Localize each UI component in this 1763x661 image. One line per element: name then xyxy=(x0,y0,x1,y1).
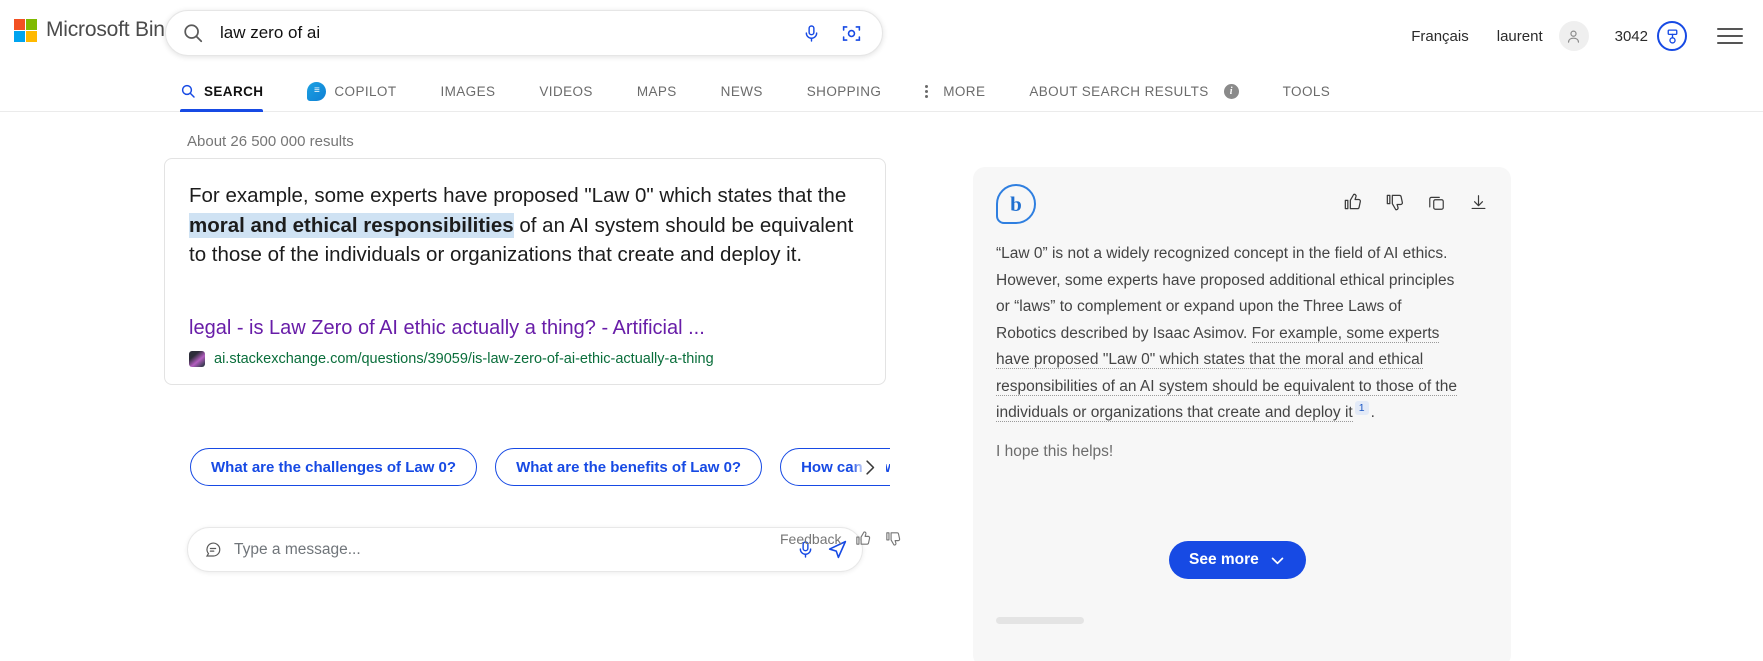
chat-input-bar[interactable] xyxy=(187,527,863,572)
favicon-icon xyxy=(189,351,205,367)
tab-label: TOOLS xyxy=(1282,83,1331,99)
copilot-icon: ≡ xyxy=(307,81,327,101)
search-bar[interactable] xyxy=(165,10,883,56)
answer-source-link[interactable]: legal - is Law Zero of AI ethic actually… xyxy=(189,317,705,340)
loading-placeholder-bar xyxy=(996,617,1084,624)
header-right-cluster: Français laurent 3042 xyxy=(1397,0,1751,72)
see-more-button[interactable]: See more xyxy=(1169,541,1306,579)
tab-search[interactable]: SEARCH xyxy=(180,70,264,112)
language-link[interactable]: Français xyxy=(1397,28,1483,45)
search-input[interactable] xyxy=(218,22,794,44)
chat-bubble-icon xyxy=(204,541,222,559)
see-more-label: See more xyxy=(1189,551,1259,568)
visual-search-icon[interactable] xyxy=(834,16,868,50)
answer-body: For example, some experts have proposed … xyxy=(165,159,885,270)
avatar[interactable] xyxy=(1558,21,1589,51)
rewards-points: 3042 xyxy=(1614,27,1648,45)
tab-news[interactable]: NEWS xyxy=(721,70,763,112)
page-header: Microsoft Bing Français laurent xyxy=(0,0,1763,72)
search-icon xyxy=(180,83,196,99)
feedback-thumbs-up-icon[interactable] xyxy=(854,530,871,547)
copilot-answer-end: . xyxy=(1370,404,1375,421)
chips-scroll-right-chevron-icon[interactable] xyxy=(852,450,886,484)
thumbs-up-icon[interactable] xyxy=(1341,191,1363,213)
bing-copilot-icon: b xyxy=(996,184,1036,224)
microsoft-logo-icon xyxy=(14,18,37,42)
chat-message-input[interactable] xyxy=(232,539,790,560)
tab-more[interactable]: MORE xyxy=(925,70,985,112)
suggested-questions: What are the challenges of Law 0? What a… xyxy=(190,448,890,486)
copy-icon[interactable] xyxy=(1425,191,1447,213)
tab-label: SHOPPING xyxy=(806,83,882,99)
tab-label: NEWS xyxy=(720,83,763,99)
answer-highlight: moral and ethical responsibilities xyxy=(189,212,514,238)
chevron-down-icon xyxy=(1269,552,1286,569)
rewards-cluster[interactable]: 3042 xyxy=(1615,21,1687,51)
menu-hamburger-icon[interactable] xyxy=(1717,22,1745,50)
feedback-thumbs-down-icon[interactable] xyxy=(884,530,901,547)
copilot-side-panel: b “Law 0” is not a widely recognized con… xyxy=(973,167,1511,661)
side-panel-header: b xyxy=(973,167,1511,231)
thumbs-down-icon[interactable] xyxy=(1383,191,1405,213)
tab-videos[interactable]: VIDEOS xyxy=(539,70,592,112)
answer-text-part1: For example, some experts have proposed … xyxy=(189,184,847,207)
tab-copilot[interactable]: ≡ COPILOT xyxy=(307,70,396,112)
tab-maps[interactable]: MAPS xyxy=(637,70,677,112)
answer-source-url[interactable]: ai.stackexchange.com/questions/39059/is-… xyxy=(214,351,714,367)
tab-label: SEARCH xyxy=(204,83,264,99)
tab-label: COPILOT xyxy=(334,83,397,99)
search-icon xyxy=(180,20,206,46)
copilot-answer-paragraph: “Law 0” is not a widely recognized conce… xyxy=(973,231,1511,427)
account-name-link[interactable]: laurent xyxy=(1483,28,1557,45)
citation-badge[interactable]: 1 xyxy=(1354,400,1369,415)
chip-benefits[interactable]: What are the benefits of Law 0? xyxy=(495,448,763,486)
answer-source-url-row[interactable]: ai.stackexchange.com/questions/39059/is-… xyxy=(189,351,714,367)
answer-paragraph: For example, some experts have proposed … xyxy=(189,181,861,270)
tab-about-search-results[interactable]: ABOUT SEARCH RESULTS i xyxy=(1029,70,1239,112)
bing-search-results-page: Microsoft Bing Français laurent xyxy=(0,0,1763,661)
copilot-closing-text: I hope this helps! xyxy=(996,442,1114,460)
tab-images[interactable]: IMAGES xyxy=(440,70,495,112)
more-dots-icon xyxy=(925,84,929,98)
tab-label: VIDEOS xyxy=(539,83,593,99)
brand-label: Microsoft Bing xyxy=(46,18,177,41)
tab-label: IMAGES xyxy=(440,83,496,99)
tab-label: MORE xyxy=(943,83,986,99)
microsoft-bing-logo[interactable]: Microsoft Bing xyxy=(14,18,176,42)
tab-label: MAPS xyxy=(636,83,677,99)
nav-tabs: SEARCH ≡ COPILOT IMAGES VIDEOS MAPS NEWS… xyxy=(180,70,1374,112)
tab-shopping[interactable]: SHOPPING xyxy=(807,70,881,112)
download-icon[interactable] xyxy=(1467,191,1489,213)
tab-tools[interactable]: TOOLS xyxy=(1283,70,1331,112)
side-panel-actions xyxy=(1341,191,1489,213)
rewards-medal-icon[interactable] xyxy=(1657,21,1687,51)
info-icon[interactable]: i xyxy=(1223,83,1239,99)
chip-challenges[interactable]: What are the challenges of Law 0? xyxy=(190,448,478,486)
feedback-label: Feedback xyxy=(780,530,842,547)
results-count: About 26 500 000 results xyxy=(187,133,354,150)
featured-answer-card: For example, some experts have proposed … xyxy=(164,158,886,385)
tab-label: ABOUT SEARCH RESULTS xyxy=(1029,83,1209,99)
feedback-row: Feedback xyxy=(780,530,901,547)
voice-search-icon[interactable] xyxy=(794,16,828,50)
nav-tabs-bar: SEARCH ≡ COPILOT IMAGES VIDEOS MAPS NEWS… xyxy=(0,70,1763,112)
